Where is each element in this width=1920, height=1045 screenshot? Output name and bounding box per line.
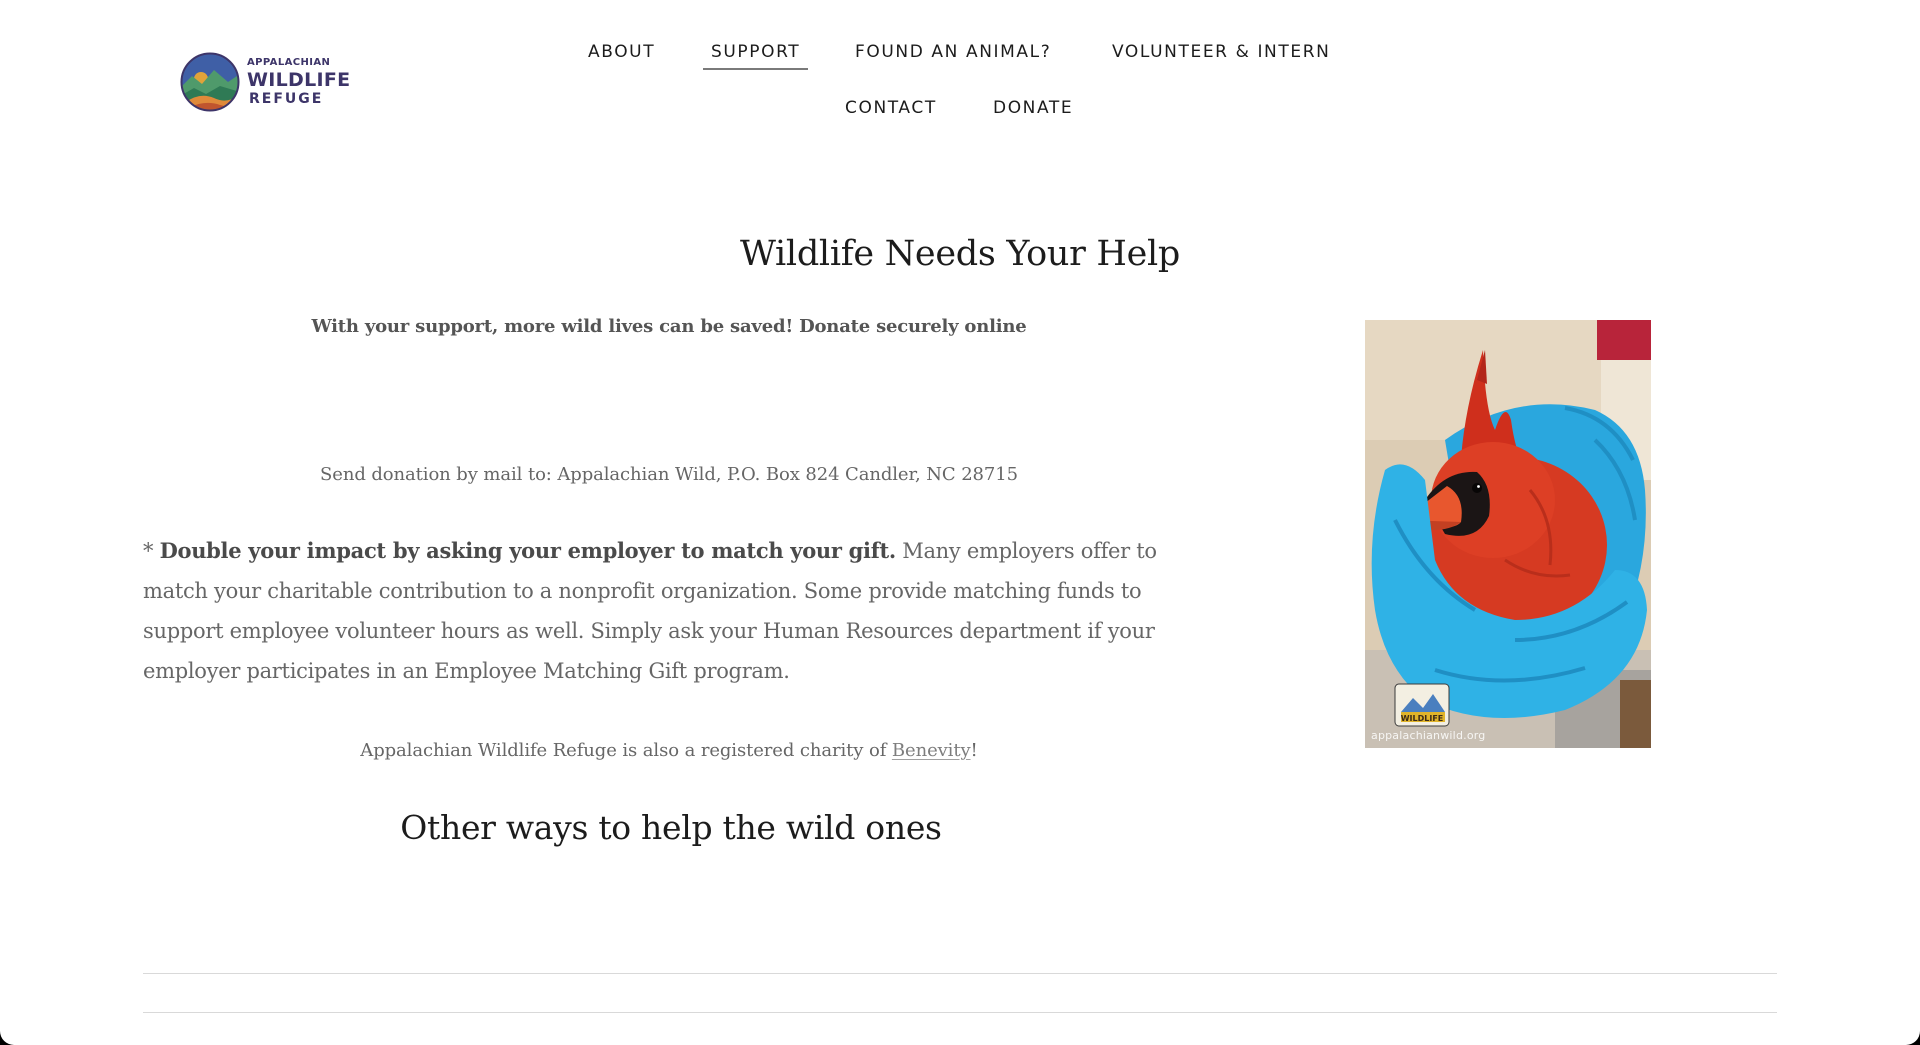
nav-volunteer-intern[interactable]: VOLUNTEER & INTERN (1112, 42, 1330, 62)
logo-line-wildlife: WILDLIFE (247, 69, 351, 91)
mail-donation-text: Send donation by mail to: Appalachian Wi… (320, 464, 1018, 485)
cardinal-photo: WILDLIFE appalachianwild.org (1365, 320, 1651, 748)
watermark-badge-text: WILDLIFE (1401, 714, 1444, 723)
other-ways-heading: Other ways to help the wild ones (400, 808, 942, 847)
matching-gift-emphasis: Double your impact by asking your employ… (159, 538, 897, 563)
nav-found-an-animal[interactable]: FOUND AN ANIMAL? (855, 42, 1051, 62)
charity-text-after: ! (970, 740, 978, 761)
appalachian-wild-watermark-logo: WILDLIFE (1394, 683, 1450, 727)
logo-line-refuge: REFUGE (249, 91, 324, 107)
refuge-logo-icon (180, 52, 240, 112)
benevity-charity-text: Appalachian Wildlife Refuge is also a re… (143, 740, 1195, 761)
section-divider-bottom (143, 1012, 1777, 1013)
matching-gift-paragraph: * Double your impact by asking your empl… (143, 531, 1203, 691)
matching-gift-asterisk: * (143, 539, 160, 563)
benevity-link[interactable]: Benevity (892, 740, 971, 761)
nav-about[interactable]: ABOUT (588, 42, 655, 62)
site-logo[interactable]: APPALACHIAN WILDLIFE REFUGE (180, 50, 350, 114)
nav-support[interactable]: SUPPORT (702, 42, 809, 70)
nav-donate[interactable]: DONATE (993, 98, 1073, 118)
donate-online-text: With your support, more wild lives can b… (311, 316, 1027, 337)
charity-text-before: Appalachian Wildlife Refuge is also a re… (360, 740, 892, 761)
logo-line-appalachian: APPALACHIAN (247, 57, 331, 68)
logo-wordmark: APPALACHIAN WILDLIFE REFUGE (247, 57, 351, 107)
section-divider-top (143, 973, 1777, 974)
page-title: Wildlife Needs Your Help (739, 234, 1181, 274)
photo-watermark-url: appalachianwild.org (1371, 729, 1486, 742)
nav-contact[interactable]: CONTACT (845, 98, 937, 118)
page: APPALACHIAN WILDLIFE REFUGE ABOUT SUPPOR… (0, 0, 1920, 1045)
